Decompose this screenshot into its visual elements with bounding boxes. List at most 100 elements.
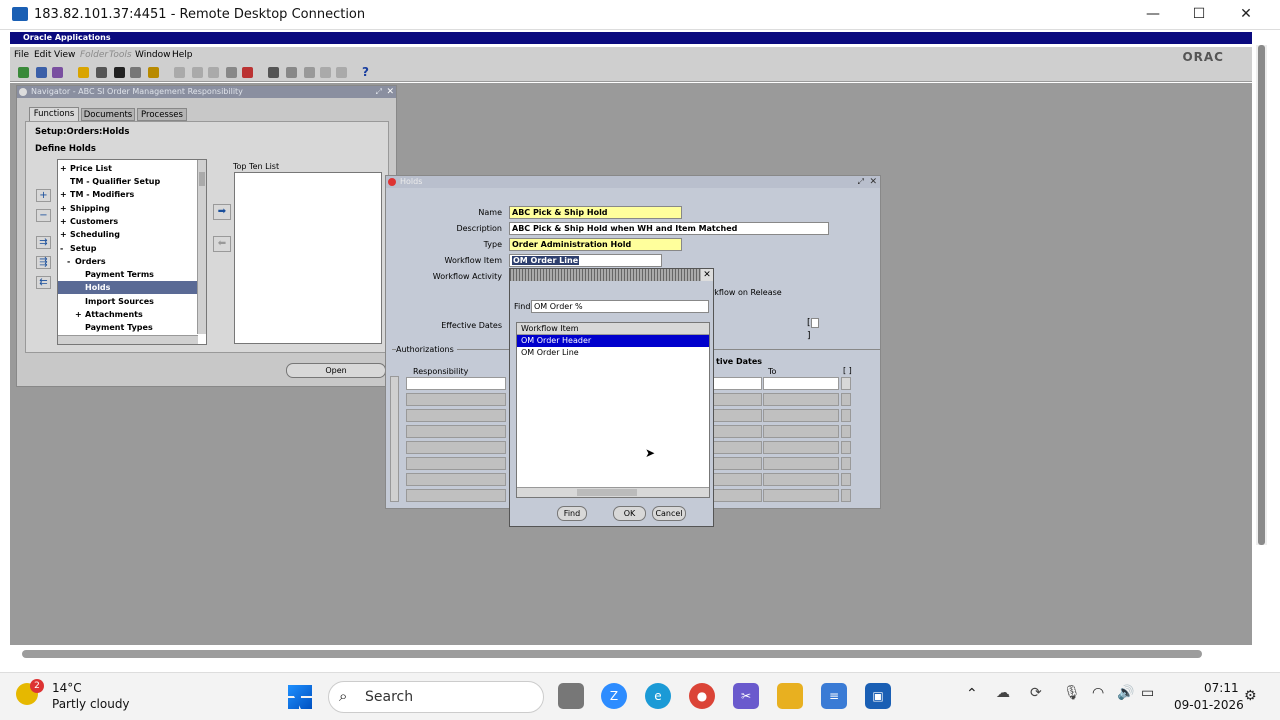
print-icon[interactable] — [130, 67, 141, 78]
authorization-cell[interactable] — [406, 425, 506, 438]
add-to-top-ten-icon[interactable]: ➡ — [213, 204, 231, 220]
workflow-item-field[interactable]: OM Order Line — [509, 254, 662, 267]
descriptive-flexfield[interactable]: [] — [807, 317, 821, 341]
authorization-cell[interactable] — [841, 393, 851, 406]
authorization-cell[interactable] — [841, 377, 851, 390]
open-button[interactable]: Open — [286, 363, 386, 378]
tree-item-price-list[interactable]: + Price List — [58, 162, 198, 175]
switch-responsibility-icon[interactable] — [114, 67, 125, 78]
zoom-app-icon[interactable]: Z — [601, 683, 627, 709]
authorization-cell[interactable] — [712, 377, 762, 390]
close-form-icon[interactable] — [148, 67, 159, 78]
tree-item-customers[interactable]: + Customers — [58, 215, 198, 228]
expand-branch-icon[interactable]: ⇉ — [36, 236, 51, 249]
authorization-cell[interactable] — [763, 457, 839, 470]
chrome-icon[interactable]: ● — [689, 683, 715, 709]
new-record-icon[interactable] — [226, 67, 237, 78]
lov-row-om-order-header[interactable]: OM Order Header — [517, 335, 709, 347]
delete-record-icon[interactable] — [242, 67, 253, 78]
volume-icon[interactable]: 🔊 — [1117, 685, 1134, 701]
authorization-cell[interactable] — [406, 473, 506, 486]
snipping-tool-icon[interactable]: ✂ — [733, 683, 759, 709]
help-icon[interactable]: ? — [362, 65, 369, 79]
rdp-vertical-scrollbar[interactable] — [1256, 45, 1267, 545]
authorization-cell[interactable] — [763, 489, 839, 502]
authorization-cell[interactable] — [763, 425, 839, 438]
authorization-cell[interactable] — [841, 457, 851, 470]
tree-item-payment-terms[interactable]: Payment Terms — [58, 268, 198, 281]
window-close-icon[interactable]: ✕ — [869, 176, 877, 188]
window-resize-icon[interactable]: ⤢ — [858, 176, 864, 188]
weather-temperature[interactable]: 14°C — [52, 681, 82, 695]
edge-icon[interactable]: e — [645, 683, 671, 709]
menu-edit[interactable]: Edit — [34, 50, 51, 60]
lov-find-input[interactable]: OM Order % — [531, 300, 709, 313]
authorization-cell[interactable] — [406, 377, 506, 390]
tree-item-shipping[interactable]: + Shipping — [58, 202, 198, 215]
authorization-cell[interactable] — [712, 409, 762, 422]
authorization-cell[interactable] — [712, 393, 762, 406]
maximize-button[interactable]: ☐ — [1189, 6, 1209, 22]
tree-vscrollbar[interactable] — [197, 160, 206, 334]
authorization-cell[interactable] — [763, 393, 839, 406]
authorization-cell[interactable] — [406, 489, 506, 502]
authorization-cell[interactable] — [712, 441, 762, 454]
tab-documents[interactable]: Documents — [81, 108, 135, 121]
tree-item-import-sources[interactable]: Import Sources — [58, 295, 198, 308]
authorization-cell[interactable] — [841, 409, 851, 422]
tree-item-tm-qualifier-setup[interactable]: TM - Qualifier Setup — [58, 175, 198, 188]
tab-functions[interactable]: Functions — [29, 107, 79, 121]
sync-icon[interactable]: ⟳ — [1030, 685, 1042, 701]
battery-icon[interactable]: ▭ — [1141, 685, 1154, 701]
type-field[interactable]: Order Administration Hold — [509, 238, 682, 251]
tree-item-tm-modifiers[interactable]: + TM - Modifiers — [58, 188, 198, 201]
new-icon[interactable] — [18, 67, 29, 78]
translations-icon[interactable] — [304, 67, 315, 78]
minimize-button[interactable]: — — [1143, 6, 1163, 22]
top-ten-list[interactable] — [234, 172, 382, 344]
tree-item-holds[interactable]: Holds — [58, 281, 198, 294]
weather-description[interactable]: Partly cloudy — [52, 697, 130, 711]
notepad-icon[interactable]: ≡ — [821, 683, 847, 709]
find-icon[interactable] — [36, 67, 47, 78]
menu-view[interactable]: View — [54, 50, 75, 60]
description-field[interactable]: ABC Pick & Ship Hold when WH and Item Ma… — [509, 222, 829, 235]
folder-tools-icon[interactable] — [336, 67, 347, 78]
remote-desktop-icon[interactable]: ▣ — [865, 683, 891, 709]
clock-time[interactable]: 07:11 — [1204, 681, 1239, 695]
remove-from-top-ten-icon[interactable]: ⬅ — [213, 236, 231, 252]
attachments-icon[interactable] — [320, 67, 331, 78]
paste-icon[interactable] — [208, 67, 219, 78]
tree-item-payment-types[interactable]: Payment Types — [58, 321, 198, 334]
expand-icon[interactable]: + — [36, 189, 51, 202]
tab-processes[interactable]: Processes — [137, 108, 187, 121]
show-hidden-icons-icon[interactable]: ⌃ — [966, 686, 978, 702]
authorization-cell[interactable] — [841, 489, 851, 502]
tree-item-attachments[interactable]: + Attachments — [58, 308, 198, 321]
wifi-icon[interactable]: ◠ — [1092, 685, 1104, 701]
authorization-cell[interactable] — [763, 409, 839, 422]
menu-folder[interactable]: Folder — [80, 50, 108, 60]
auth-vscrollbar[interactable] — [390, 376, 399, 502]
lov-close-icon[interactable]: ✕ — [701, 269, 713, 281]
menu-file[interactable]: File — [14, 50, 29, 60]
rdp-vscroll-thumb[interactable] — [1258, 45, 1265, 545]
authorization-cell[interactable] — [712, 425, 762, 438]
rdp-horizontal-scrollbar[interactable] — [22, 650, 1202, 658]
lov-hscroll-thumb[interactable] — [577, 489, 637, 496]
next-step-icon[interactable] — [96, 67, 107, 78]
lov-hscrollbar[interactable] — [517, 487, 709, 497]
authorization-cell[interactable] — [763, 473, 839, 486]
window-close-icon[interactable]: ✕ — [386, 86, 394, 98]
authorization-cell[interactable] — [763, 441, 839, 454]
authorization-cell[interactable] — [712, 489, 762, 502]
show-navigator-icon[interactable] — [52, 67, 63, 78]
name-field[interactable]: ABC Pick & Ship Hold — [509, 206, 682, 219]
collapse-all-icon[interactable]: ⇇ — [36, 276, 51, 289]
close-button[interactable]: ✕ — [1236, 6, 1256, 22]
edit-field-icon[interactable] — [268, 67, 279, 78]
lov-ok-button[interactable]: OK — [613, 506, 646, 521]
task-view-icon[interactable] — [558, 683, 584, 709]
menu-window[interactable]: Window — [135, 50, 171, 60]
menu-tools[interactable]: Tools — [109, 50, 132, 60]
